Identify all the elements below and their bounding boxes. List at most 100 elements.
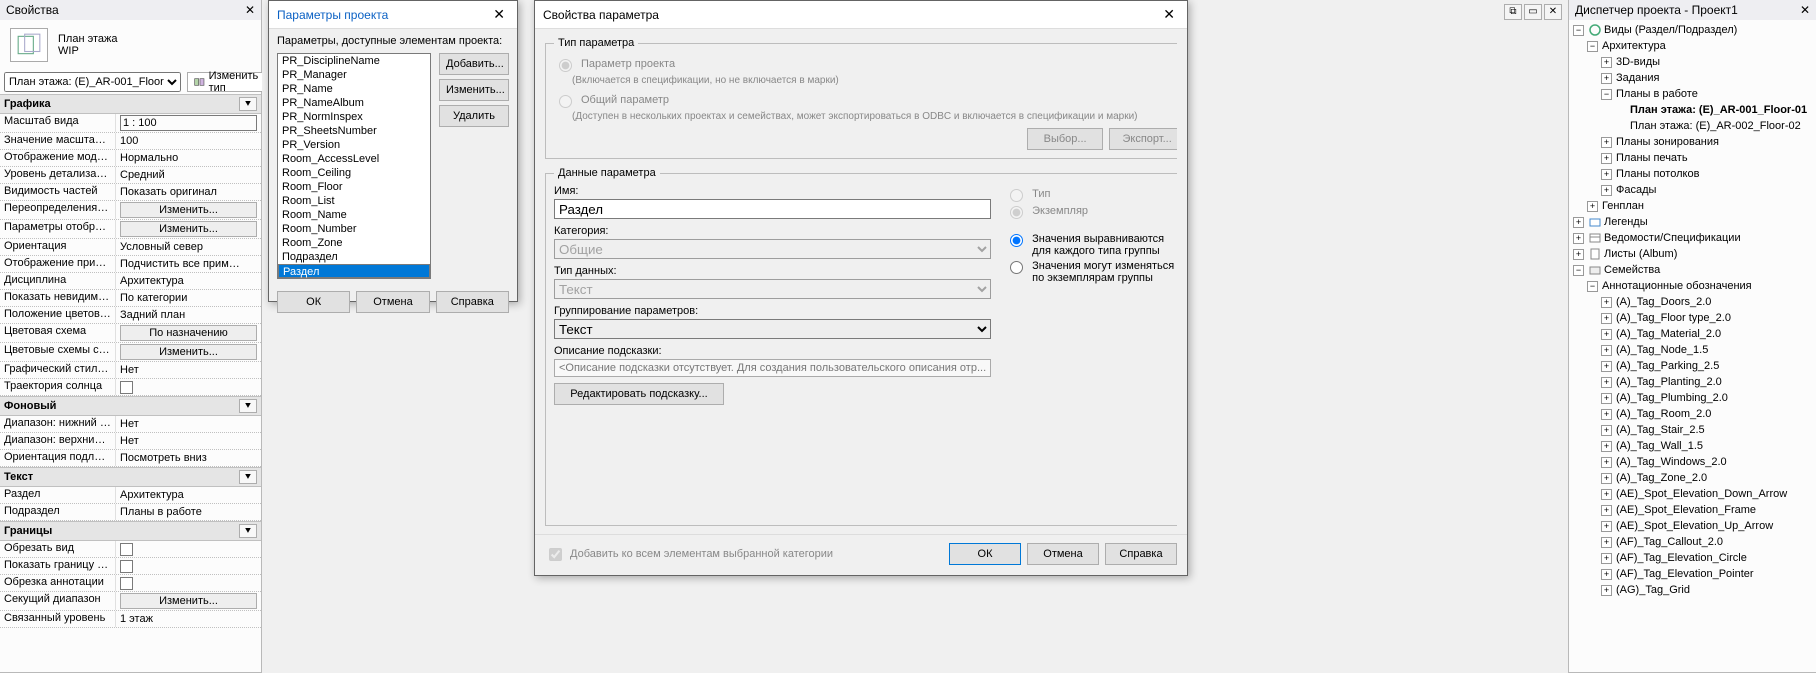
tree-node[interactable]: +(A)_Tag_Parking_2.5 (1573, 358, 1816, 374)
param-list-item[interactable]: Room_Ceiling (278, 166, 430, 180)
tree-expander-icon[interactable]: + (1573, 233, 1584, 244)
tree-expander-icon[interactable]: + (1587, 201, 1598, 212)
tree-node[interactable]: +(A)_Tag_Wall_1.5 (1573, 438, 1816, 454)
export-shared-button[interactable]: Экспорт... (1109, 128, 1177, 150)
prop-value[interactable]: 1 этаж (116, 611, 261, 627)
dlg-params-help[interactable]: Справка (436, 291, 509, 313)
param-list-item[interactable]: PR_SheetsNumber (278, 124, 430, 138)
tree-node[interactable]: +Листы (Album) (1573, 246, 1816, 262)
tree-node[interactable]: +Планы печать (1573, 150, 1816, 166)
tree-expander-icon[interactable]: + (1601, 457, 1612, 468)
param-list-item[interactable]: Room_Floor (278, 180, 430, 194)
tree-node[interactable]: План этажа: (E)_AR-001_Floor-01 (1573, 102, 1816, 118)
tree-node[interactable]: +(AF)_Tag_Elevation_Pointer (1573, 566, 1816, 582)
tree-expander-icon[interactable]: − (1573, 265, 1584, 276)
prop-value[interactable] (116, 575, 261, 591)
param-grouping-select[interactable]: Текст (554, 319, 991, 339)
prop-group-header[interactable]: Текст⯆ (0, 467, 261, 487)
tree-expander-icon[interactable]: + (1601, 521, 1612, 532)
prop-group-header[interactable]: Фоновый⯆ (0, 396, 261, 416)
prop-value[interactable]: По назначению (116, 324, 261, 342)
tree-expander-icon[interactable]: + (1601, 425, 1612, 436)
tree-node[interactable]: +3D-виды (1573, 54, 1816, 70)
tree-expander-icon[interactable]: − (1587, 41, 1598, 52)
prop-value[interactable] (116, 558, 261, 574)
prop-value[interactable]: 100 (116, 133, 261, 149)
tree-node[interactable]: +Фасады (1573, 182, 1816, 198)
prop-value[interactable]: Изменить... (116, 592, 261, 610)
tree-expander-icon[interactable]: − (1573, 25, 1584, 36)
tree-expander-icon[interactable]: + (1601, 153, 1612, 164)
tree-expander-icon[interactable]: + (1601, 185, 1612, 196)
prop-value[interactable]: Посмотреть вниз (116, 450, 261, 466)
tree-node[interactable]: +Задания (1573, 70, 1816, 86)
tree-expander-icon[interactable]: + (1601, 361, 1612, 372)
tree-node[interactable]: +(AE)_Spot_Elevation_Down_Arrow (1573, 486, 1816, 502)
dlg-params-cancel[interactable]: Отмена (356, 291, 429, 313)
param-list-item[interactable]: Room_AccessLevel (278, 152, 430, 166)
tree-node[interactable]: +(A)_Tag_Node_1.5 (1573, 342, 1816, 358)
param-list-item[interactable]: Подраздел (278, 250, 430, 264)
tree-node[interactable]: +(A)_Tag_Planting_2.0 (1573, 374, 1816, 390)
param-list-item[interactable]: PR_Name (278, 82, 430, 96)
tree-expander-icon[interactable]: + (1601, 393, 1612, 404)
change-type-button[interactable]: Изменить тип (187, 72, 269, 92)
tree-expander-icon[interactable]: + (1601, 377, 1612, 388)
param-list-item[interactable]: PR_Version (278, 138, 430, 152)
prop-value[interactable]: Нормально (116, 150, 261, 166)
properties-close-icon[interactable]: ✕ (245, 3, 255, 17)
tree-expander-icon[interactable]: + (1601, 329, 1612, 340)
param-list-item[interactable]: PR_NameAlbum (278, 96, 430, 110)
tree-expander-icon[interactable]: + (1601, 505, 1612, 516)
tree-expander-icon[interactable]: + (1601, 537, 1612, 548)
tree-node[interactable]: План этажа: (E)_AR-002_Floor-02 (1573, 118, 1816, 134)
param-list-item[interactable]: PR_NormInspex (278, 110, 430, 124)
modify-param-button[interactable]: Изменить... (439, 79, 509, 101)
tree-expander-icon[interactable]: + (1601, 57, 1612, 68)
tree-node[interactable]: −Планы в работе (1573, 86, 1816, 102)
tree-node[interactable]: +Ведомости/Спецификации (1573, 230, 1816, 246)
prop-value[interactable]: Нет (116, 433, 261, 449)
prop-value[interactable]: Архитектура (116, 487, 261, 503)
tree-expander-icon[interactable]: + (1601, 569, 1612, 580)
tree-node[interactable]: −Аннотационные обозначения (1573, 278, 1816, 294)
dlg-pprop-help[interactable]: Справка (1105, 543, 1177, 565)
param-list-item[interactable]: Раздел (278, 264, 430, 278)
prop-value[interactable]: Изменить... (116, 343, 261, 361)
tree-node[interactable]: −Семейства (1573, 262, 1816, 278)
tree-expander-icon[interactable]: + (1601, 441, 1612, 452)
ws-tool-3[interactable]: ✕ (1544, 4, 1562, 20)
parameter-list[interactable]: PR_DisciplineNamePR_ManagerPR_NamePR_Nam… (277, 53, 431, 279)
prop-group-header[interactable]: Границы⯆ (0, 521, 261, 541)
prop-value[interactable]: Архитектура (116, 273, 261, 289)
tree-node[interactable]: +Легенды (1573, 214, 1816, 230)
tree-expander-icon[interactable]: + (1601, 137, 1612, 148)
dlg-pprop-ok[interactable]: ОК (949, 543, 1021, 565)
prop-value[interactable]: Задний план (116, 307, 261, 323)
tree-expander-icon[interactable]: + (1601, 73, 1612, 84)
param-list-item[interactable]: Room_Zone (278, 236, 430, 250)
tree-expander-icon[interactable]: + (1601, 313, 1612, 324)
tree-node[interactable]: +(AE)_Spot_Elevation_Frame (1573, 502, 1816, 518)
prop-value[interactable]: Нет (116, 416, 261, 432)
dlg-params-ok[interactable]: ОК (277, 291, 350, 313)
prop-value[interactable]: Изменить... (116, 220, 261, 238)
add-param-button[interactable]: Добавить... (439, 53, 509, 75)
dlg-pprop-close[interactable]: ✕ (1159, 6, 1179, 23)
tree-node[interactable]: +(A)_Tag_Room_2.0 (1573, 406, 1816, 422)
radio-values-vary[interactable] (1010, 261, 1023, 274)
prop-value[interactable]: Планы в работе (116, 504, 261, 520)
tree-expander-icon[interactable]: + (1601, 585, 1612, 596)
prop-value[interactable]: 1 : 100 (116, 114, 261, 132)
tree-expander-icon[interactable]: + (1601, 553, 1612, 564)
add-to-all-checkbox[interactable]: Добавить ко всем элементам выбранной кат… (545, 545, 833, 564)
param-list-item[interactable]: Room_Name (278, 208, 430, 222)
ws-tool-2[interactable]: ▭ (1524, 4, 1542, 20)
tree-node[interactable]: +(AG)_Tag_Grid (1573, 582, 1816, 598)
prop-value[interactable]: Подчистить все прим… (116, 256, 261, 272)
tree-expander-icon[interactable]: − (1601, 89, 1612, 100)
prop-value[interactable]: Условный север (116, 239, 261, 255)
tree-node[interactable]: +(A)_Tag_Windows_2.0 (1573, 454, 1816, 470)
prop-value[interactable]: По категории (116, 290, 261, 306)
tree-expander-icon[interactable]: + (1601, 409, 1612, 420)
